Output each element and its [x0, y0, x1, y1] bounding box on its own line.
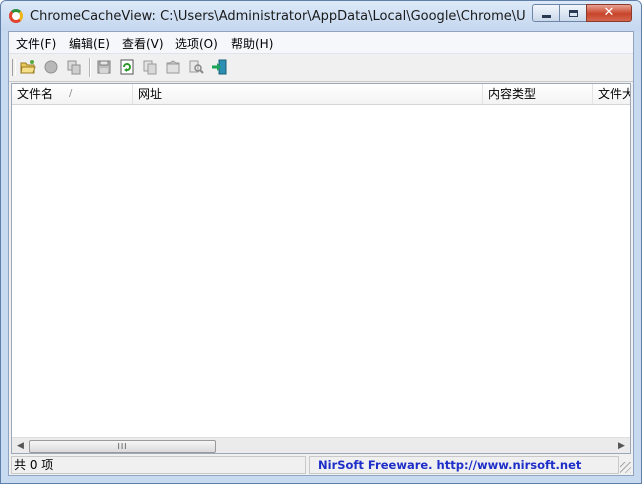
app-window: ChromeCacheView: C:\Users\Administrator\… — [0, 0, 642, 484]
menu-view[interactable]: 查看(V) — [122, 35, 164, 52]
toolbar-exit-button[interactable] — [210, 58, 228, 76]
toolbar-open-folder-button[interactable] — [19, 58, 37, 76]
column-header-url[interactable]: 网址 — [133, 84, 483, 104]
maximize-icon — [568, 9, 578, 17]
column-header-content-type-label: 内容类型 — [488, 87, 537, 101]
toolbar-separator — [89, 58, 91, 77]
status-item-count: 共 0 项 — [11, 456, 306, 474]
maximize-button[interactable] — [559, 4, 587, 22]
toolbar-copy-files-button[interactable] — [65, 58, 83, 76]
toolbar-refresh-button[interactable] — [118, 58, 136, 76]
minimize-icon — [541, 14, 551, 18]
menu-help[interactable]: 帮助(H) — [231, 35, 273, 52]
close-icon: ✕ — [603, 5, 615, 20]
toolbar-grip[interactable] — [12, 59, 16, 76]
open-folder-icon — [20, 60, 36, 74]
column-header-content-type[interactable]: 内容类型 — [483, 84, 593, 104]
toolbar-find-button[interactable] — [187, 58, 205, 76]
toolbar — [9, 54, 633, 82]
resize-grip-icon[interactable] — [620, 462, 631, 473]
toolbar-stop-button[interactable] — [42, 58, 60, 76]
toolbar-save-button[interactable] — [95, 58, 113, 76]
menu-file[interactable]: 文件(F) — [16, 35, 56, 52]
cache-list-view[interactable]: 文件名 / 网址 内容类型 文件大 ◀ III ▶ — [11, 83, 631, 454]
toolbar-copy-button[interactable] — [141, 58, 159, 76]
menu-options[interactable]: 选项(O) — [175, 35, 218, 52]
chrome-cache-app-icon[interactable] — [9, 9, 23, 23]
horizontal-scrollbar[interactable]: ◀ III ▶ — [12, 437, 630, 453]
title-bar[interactable]: ChromeCacheView: C:\Users\Administrator\… — [1, 1, 641, 31]
minimize-button[interactable] — [532, 4, 560, 22]
column-header-file-size[interactable]: 文件大 — [593, 84, 631, 104]
copy-files-icon — [67, 60, 81, 75]
exit-icon — [212, 59, 227, 75]
nirsoft-link[interactable]: NirSoft Freeware. http://www.nirsoft.net — [309, 456, 619, 474]
scroll-right-arrow-icon[interactable]: ▶ — [615, 440, 628, 453]
scrollbar-thumb-grip: III — [117, 442, 128, 451]
save-icon — [97, 60, 111, 74]
column-header-url-label: 网址 — [138, 87, 163, 101]
toolbar-properties-button[interactable] — [164, 58, 182, 76]
sort-indicator-icon: / — [69, 88, 73, 99]
copy-icon — [143, 60, 157, 75]
client-area: 文件(F) 编辑(E) 查看(V) 选项(O) 帮助(H) 文件名 / 网址 内… — [8, 31, 634, 476]
refresh-icon — [120, 59, 134, 75]
stop-icon — [44, 60, 58, 74]
list-header: 文件名 / 网址 内容类型 文件大 — [12, 84, 631, 105]
properties-icon — [166, 60, 180, 74]
scrollbar-thumb[interactable]: III — [29, 440, 216, 453]
menu-edit[interactable]: 编辑(E) — [69, 35, 110, 52]
close-button[interactable]: ✕ — [586, 4, 632, 22]
window-title: ChromeCacheView: C:\Users\Administrator\… — [30, 9, 525, 24]
column-header-filename[interactable]: 文件名 / — [12, 84, 133, 104]
find-icon — [189, 60, 204, 74]
status-bar: 共 0 项 NirSoft Freeware. http://www.nirso… — [9, 455, 633, 475]
column-header-file-size-label: 文件大 — [598, 87, 631, 101]
menu-bar: 文件(F) 编辑(E) 查看(V) 选项(O) 帮助(H) — [9, 32, 633, 54]
scroll-left-arrow-icon[interactable]: ◀ — [14, 440, 27, 453]
column-header-filename-label: 文件名 — [17, 87, 54, 101]
